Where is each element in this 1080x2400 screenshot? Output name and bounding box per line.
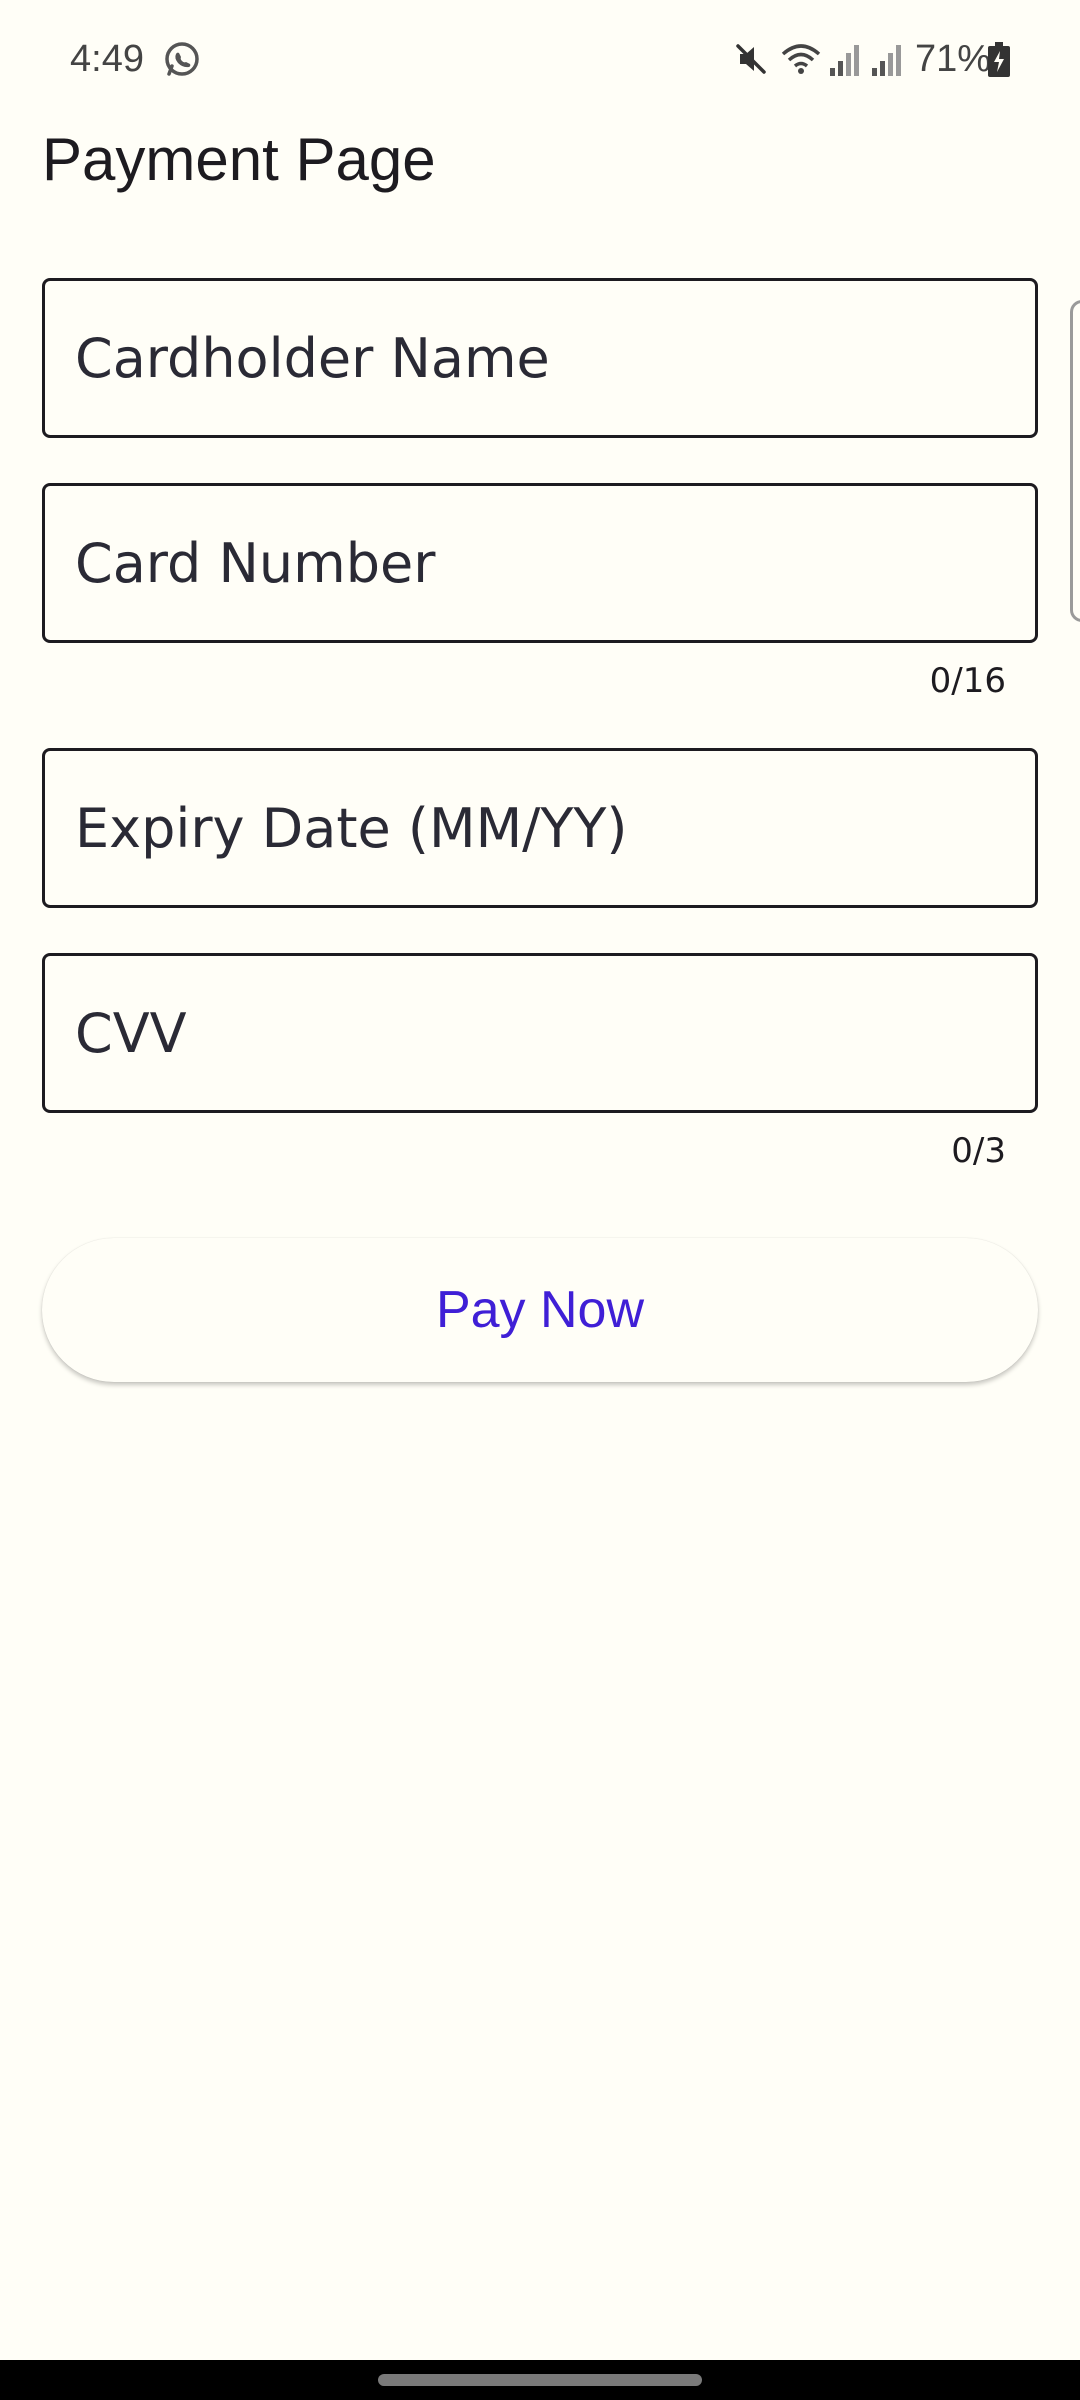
- pay-now-button[interactable]: Pay Now: [42, 1238, 1038, 1382]
- battery-icon: [987, 42, 1011, 78]
- status-time: 4:49: [70, 38, 144, 80]
- signal-icon: [870, 40, 902, 78]
- home-indicator[interactable]: [378, 2374, 702, 2386]
- cvv-field[interactable]: [42, 953, 1038, 1113]
- whatsapp-icon: [163, 40, 201, 78]
- mute-icon: [732, 40, 770, 78]
- card-number-field[interactable]: [42, 483, 1038, 643]
- status-bar: 4:49 71%: [0, 0, 1080, 120]
- signal-icon: [828, 40, 860, 78]
- page-title: Payment Page: [42, 126, 436, 193]
- cardholder-name-field[interactable]: [42, 278, 1038, 438]
- cvv-counter: 0/3: [951, 1131, 1006, 1171]
- battery-percentage: 71%: [915, 38, 992, 80]
- cardholder-name-input[interactable]: [45, 281, 1035, 435]
- card-number-counter: 0/16: [929, 661, 1006, 701]
- expiry-date-field[interactable]: [42, 748, 1038, 908]
- cvv-input[interactable]: [45, 956, 1035, 1110]
- card-number-input[interactable]: [45, 486, 1035, 640]
- edge-panel-handle[interactable]: [1070, 300, 1080, 622]
- wifi-icon: [780, 40, 822, 78]
- expiry-date-input[interactable]: [45, 751, 1035, 905]
